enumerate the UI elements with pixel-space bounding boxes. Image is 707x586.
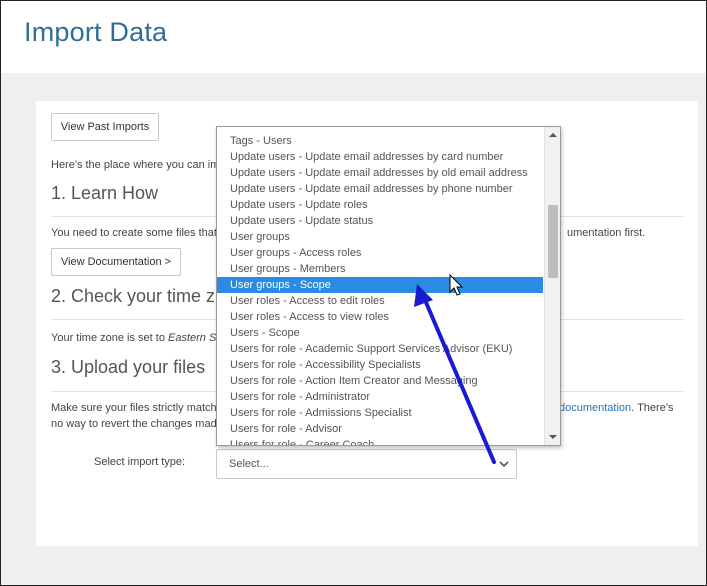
header-bar: Import Data xyxy=(1,1,706,73)
select-value: Select... xyxy=(229,458,269,470)
import-type-dropdown[interactable]: Tags - Users Update users - Update email … xyxy=(216,126,561,446)
dropdown-option[interactable]: User roles - Access to edit roles xyxy=(217,293,543,309)
dropdown-option[interactable]: User groups - Members xyxy=(217,261,543,277)
dropdown-option[interactable]: Update users - Update email addresses by… xyxy=(217,165,543,181)
documentation-link[interactable]: documentation xyxy=(559,402,631,414)
dropdown-option[interactable]: Update users - Update roles xyxy=(217,197,543,213)
scroll-up-icon[interactable] xyxy=(548,130,558,140)
upload-heading: 3. Upload your files xyxy=(51,357,206,377)
import-type-select[interactable]: Select... xyxy=(216,449,517,479)
dropdown-option[interactable]: User roles - Access to view roles xyxy=(217,309,543,325)
import-type-label: Select import type: xyxy=(94,456,186,468)
dropdown-option[interactable]: Update users - Update status xyxy=(217,213,543,229)
view-documentation-button[interactable]: View Documentation > xyxy=(51,248,181,276)
dropdown-option[interactable]: Tags - Users xyxy=(217,133,543,149)
intro-text: Here's the place where you can im xyxy=(51,159,220,171)
scroll-thumb[interactable] xyxy=(548,205,558,278)
dropdown-option[interactable]: User groups xyxy=(217,229,543,245)
dropdown-option[interactable]: Users - Scope xyxy=(217,325,543,341)
upload-text-line1: Make sure your files strictly match xyxy=(51,402,217,414)
time-zone-heading: 2. Check your time z xyxy=(51,286,216,306)
learn-text: You need to create some files that xyxy=(51,227,217,239)
dropdown-option[interactable]: Users for role - Accessibility Specialis… xyxy=(217,357,543,373)
dropdown-option[interactable]: Users for role - Admissions Specialist xyxy=(217,405,543,421)
dropdown-option[interactable]: Users for role - Advisor xyxy=(217,421,543,437)
dropdown-option[interactable]: Update users - Update email addresses by… xyxy=(217,149,543,165)
upload-text-line2: no way to revert the changes mad xyxy=(51,418,217,430)
learn-how-heading: 1. Learn How xyxy=(51,183,159,203)
dropdown-option[interactable]: Update users - Update email addresses by… xyxy=(217,181,543,197)
app-window: Import Data View Past Imports Here's the… xyxy=(0,0,707,586)
dropdown-option[interactable]: User groups - Access roles xyxy=(217,245,543,261)
dropdown-scrollbar[interactable] xyxy=(544,127,560,445)
dropdown-option[interactable]: User groups - Scope xyxy=(217,277,543,293)
scroll-down-icon[interactable] xyxy=(548,432,558,442)
page-title: Import Data xyxy=(24,17,168,47)
time-zone-text: Your time zone is set to Eastern Sta xyxy=(51,332,226,344)
chevron-down-icon xyxy=(499,461,509,468)
dropdown-option[interactable]: Users for role - Career Coach xyxy=(217,437,543,445)
dropdown-option[interactable]: Users for role - Academic Support Servic… xyxy=(217,341,543,357)
view-past-imports-button[interactable]: View Past Imports xyxy=(51,113,159,141)
dropdown-option[interactable]: Users for role - Administrator xyxy=(217,389,543,405)
learn-text-tail: umentation first. xyxy=(567,227,646,239)
dropdown-option[interactable]: Users for role - Action Item Creator and… xyxy=(217,373,543,389)
dropdown-list: Tags - Users Update users - Update email … xyxy=(217,127,543,445)
upload-text-line1-tail: documentation. There's xyxy=(559,402,674,414)
